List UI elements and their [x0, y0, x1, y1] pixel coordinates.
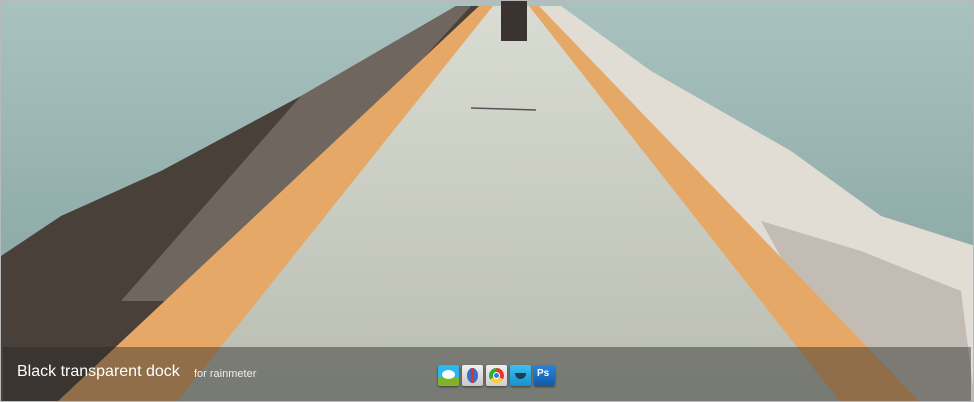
desktop-wallpaper: Black transparent dock for rainmeter Ps: [0, 0, 974, 402]
dock-title: Black transparent dock: [17, 363, 180, 380]
messages-icon[interactable]: [438, 365, 459, 386]
photoshop-label: Ps: [537, 368, 550, 379]
wallpaper-image: [1, 1, 973, 401]
chrome-icon[interactable]: [486, 365, 507, 386]
compass-icon[interactable]: [462, 365, 483, 386]
photoshop-icon[interactable]: Ps: [534, 365, 555, 386]
dock-bar: Black transparent dock for rainmeter Ps: [3, 347, 971, 401]
dock-icons: Ps: [438, 365, 555, 386]
dock-subtitle: for rainmeter: [194, 368, 257, 380]
twitter-icon[interactable]: [510, 365, 531, 386]
